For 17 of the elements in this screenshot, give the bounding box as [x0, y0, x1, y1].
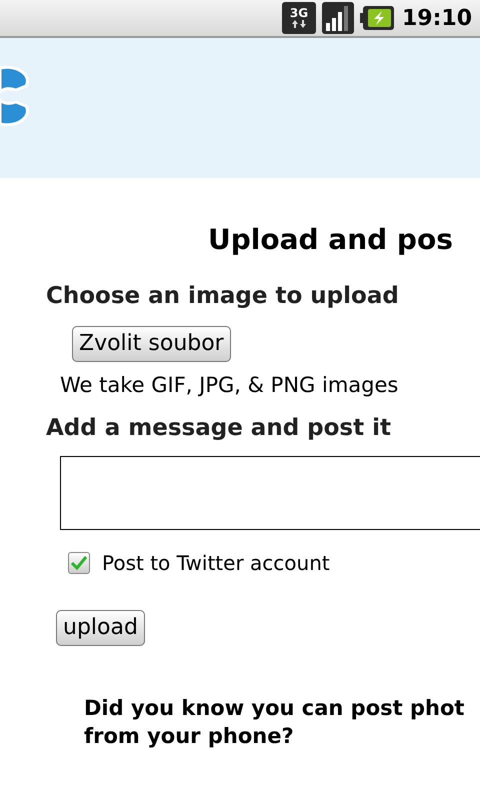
promo-text: Did you know you can post phot from your phone?: [83, 695, 466, 750]
upload-button[interactable]: upload: [56, 610, 145, 646]
twitter-checkbox[interactable]: [68, 552, 90, 574]
logo-icon: [0, 66, 30, 126]
twitter-option-label: Post to Twitter account: [102, 550, 330, 577]
file-types-hint: We take GIF, JPG, & PNG images: [59, 372, 400, 399]
signal-icon: [322, 2, 354, 34]
clock: 19:10: [402, 4, 472, 32]
network-label: 3G: [290, 7, 308, 19]
arrows-icon: [290, 19, 308, 29]
section-heading: Choose an image to upload: [45, 282, 400, 311]
choose-file-button[interactable]: Zvolit soubor: [72, 326, 231, 362]
section-heading: Add a message and post it: [45, 414, 392, 443]
message-field[interactable]: [60, 456, 480, 530]
battery-charging-icon: [360, 6, 394, 30]
checkmark-icon: [71, 556, 87, 570]
page-title: Upload and pos: [207, 222, 454, 258]
